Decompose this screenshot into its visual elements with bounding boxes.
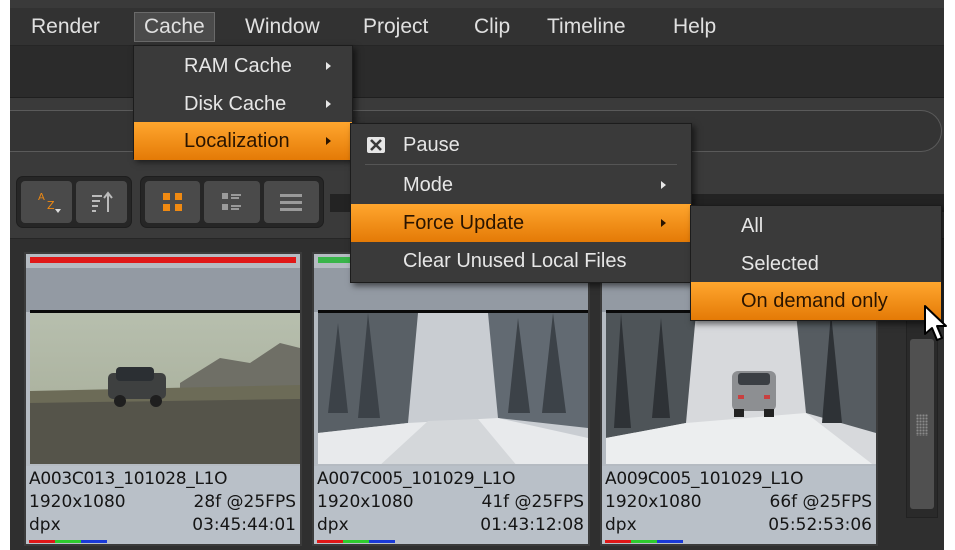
clip-metadata: A007C005_101029_L1O 1920x1080 41f @25FPS… [314,466,588,544]
clip-format: dpx [29,515,61,535]
submenu-arrow-icon [661,219,666,227]
green-channel-indicator [343,540,369,543]
menu-item-pause[interactable]: Pause [351,126,691,164]
scroll-thumb[interactable] [910,339,934,509]
detail-view-icon [221,193,241,210]
clip-frames: 41f @25FPS [481,492,584,512]
green-channel-indicator [631,540,657,543]
grip-icon [916,414,928,436]
sort-order-icon [91,191,113,212]
menu-item-clear-unused-local-files[interactable]: Clear Unused Local Files [351,242,691,280]
svg-text:A: A [38,192,45,203]
menu-separator [365,164,677,165]
menu-item-selected[interactable]: Selected [691,245,941,283]
clip-thumbnail [606,310,876,464]
sort-tool-group: A Z [16,176,132,228]
clip-timecode: 01:43:12:08 [480,515,584,535]
menu-cache[interactable]: Cache [134,12,215,42]
menu-item-on-demand-only[interactable]: On demand only [691,282,941,320]
submenu-arrow-icon [661,181,666,189]
clip-card[interactable]: A003C013_101028_L1O 1920x1080 28f @25FPS… [24,252,302,546]
cache-menu: RAM Cache Disk Cache Localization [133,45,353,160]
menu-render[interactable]: Render [22,12,109,42]
menu-timeline[interactable]: Timeline [538,12,635,42]
red-channel-indicator [605,540,631,543]
clip-thumbnail [30,310,300,464]
menu-help[interactable]: Help [664,12,725,42]
svg-text:Z: Z [47,199,55,212]
list-view-icon [280,194,303,211]
sort-az-icon: A Z [38,192,61,213]
clip-resolution: 1920x1080 [29,492,126,512]
clip-format: dpx [317,515,349,535]
submenu-arrow-icon [326,62,331,70]
thumbnail-view-icon [162,193,182,211]
blue-channel-indicator [657,540,683,543]
sort-order-button[interactable] [76,181,127,223]
clip-name: A007C005_101029_L1O [317,469,516,489]
clip-name: A003C013_101028_L1O [29,469,228,489]
blue-channel-indicator [81,540,107,543]
clip-frames: 28f @25FPS [193,492,296,512]
clip-resolution: 1920x1080 [605,492,702,512]
clip-timecode: 05:52:53:06 [768,515,872,535]
force-update-menu: All Selected On demand only [690,205,942,321]
menu-clip[interactable]: Clip [465,12,519,42]
red-channel-indicator [29,540,55,543]
clip-name: A009C005_101029_L1O [605,469,804,489]
clip-resolution: 1920x1080 [317,492,414,512]
menu-window[interactable]: Window [236,12,329,42]
menu-item-localization[interactable]: Localization [134,122,352,160]
list-view-button[interactable] [263,181,319,223]
submenu-arrow-icon [326,100,331,108]
menu-bar: Render Cache Window Project Clip Timelin… [10,8,944,46]
menu-item-force-update[interactable]: Force Update [351,204,691,242]
clip-timecode: 03:45:44:01 [192,515,296,535]
menu-project[interactable]: Project [354,12,437,42]
thumbnail-view-button[interactable] [145,181,201,223]
sort-az-button[interactable]: A Z [21,181,72,223]
localization-menu: Pause Mode Force Update Clear Unused Loc… [350,123,692,283]
menu-item-mode[interactable]: Mode [351,166,691,204]
menu-item-all[interactable]: All [691,207,941,245]
clip-card[interactable]: A007C005_101029_L1O 1920x1080 41f @25FPS… [312,252,590,546]
close-icon [367,137,385,153]
application-window: Render Cache Window Project Clip Timelin… [10,0,944,550]
clip-status-indicator [30,257,296,263]
clip-thumbnail [318,310,588,464]
submenu-arrow-icon [326,137,331,145]
clip-frames: 66f @25FPS [769,492,872,512]
green-channel-indicator [55,540,81,543]
blue-channel-indicator [369,540,395,543]
clip-metadata: A003C013_101028_L1O 1920x1080 28f @25FPS… [26,466,300,544]
red-channel-indicator [317,540,343,543]
mouse-cursor-icon [924,305,947,341]
view-mode-group [140,176,324,228]
clip-format: dpx [605,515,637,535]
clip-metadata: A009C005_101029_L1O 1920x1080 66f @25FPS… [602,466,876,544]
menu-item-disk-cache[interactable]: Disk Cache [134,85,352,123]
menu-item-ram-cache[interactable]: RAM Cache [134,47,352,85]
detail-view-button[interactable] [204,181,260,223]
